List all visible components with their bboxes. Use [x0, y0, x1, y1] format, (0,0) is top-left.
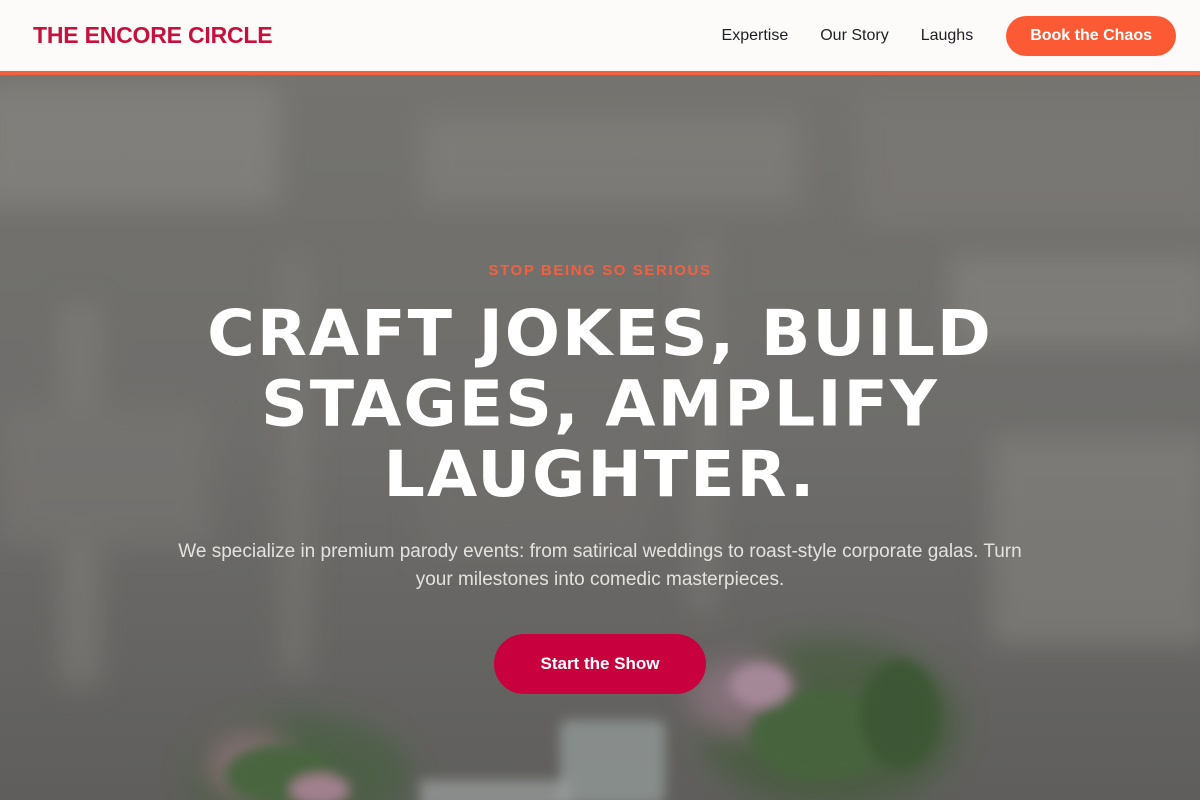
start-the-show-button[interactable]: Start the Show: [494, 634, 706, 694]
hero-eyebrow: STOP BEING SO SERIOUS: [488, 262, 712, 279]
nav-link-expertise[interactable]: Expertise: [722, 27, 789, 45]
nav-link-our-story[interactable]: Our Story: [820, 27, 888, 45]
hero-headline: CRAFT JOKES, BUILD STAGES, AMPLIFY LAUGH…: [207, 297, 993, 512]
hero-section: STOP BEING SO SERIOUS CRAFT JOKES, BUILD…: [0, 75, 1200, 800]
book-the-chaos-button[interactable]: Book the Chaos: [1006, 15, 1176, 56]
brand-logo[interactable]: THE ENCORE CIRCLE: [33, 22, 273, 49]
main-nav: Expertise Our Story Laughs Book the Chao…: [722, 15, 1176, 56]
hero-subtext: We specialize in premium parody events: …: [178, 541, 1022, 590]
nav-link-laughs[interactable]: Laughs: [921, 27, 974, 45]
site-header: THE ENCORE CIRCLE Expertise Our Story La…: [0, 0, 1200, 75]
